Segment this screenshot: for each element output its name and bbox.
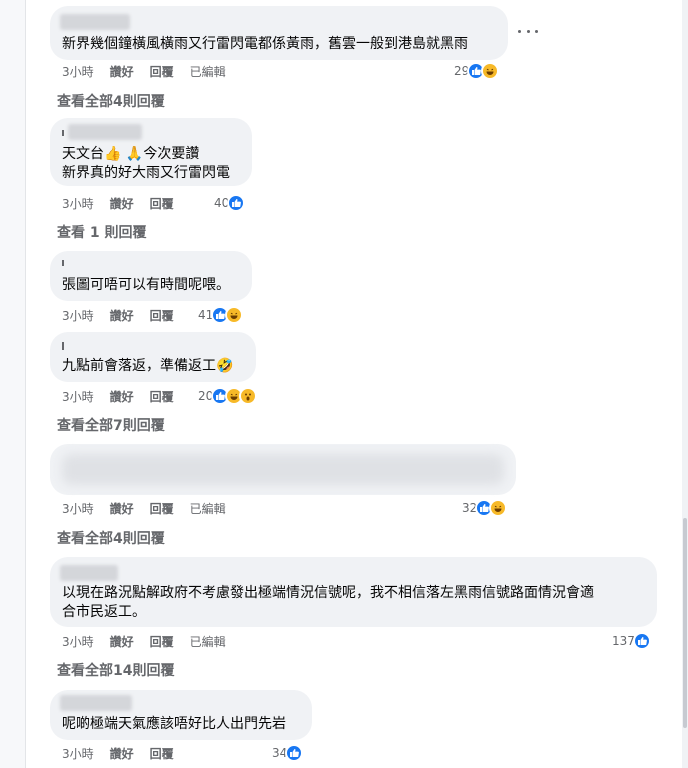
comment-bubble: 以現在路況點解政府不考慮發出極端情況信號呢，我不相信落左黑雨信號路面情況會適 合… (50, 557, 657, 627)
comment-actions: 3小時 讚好 回覆 (62, 389, 190, 405)
reaction-summary[interactable]: 20 (198, 386, 258, 406)
comment-actions: 3小時 讚好 回覆 已編輯 (62, 64, 242, 80)
comment-bubble: 天文台👍 🙏今次要讚 新界真的好大雨又行雷閃電 (50, 118, 252, 186)
reply-button[interactable]: 回覆 (150, 308, 174, 324)
author-name-redacted[interactable] (68, 124, 142, 140)
reply-button[interactable]: 回覆 (150, 746, 174, 762)
comment-bubble: 張圖可唔可以有時間呢喂。 (50, 251, 252, 301)
like-button[interactable]: 讚好 (110, 64, 134, 80)
like-icon (227, 194, 246, 212)
comment-actions: 3小時 讚好 回覆 (62, 308, 190, 324)
comment-text: 呢啲極端天氣應該唔好比人出門先岩 (62, 716, 286, 732)
wow-icon (239, 387, 258, 405)
comment-bubble (50, 444, 516, 495)
comment-text: 九點前會落返，準備返工🤣 (62, 358, 234, 374)
author-name-initial (62, 260, 64, 266)
left-rail (0, 0, 26, 768)
author-name-redacted[interactable] (60, 565, 118, 581)
comment-text: 新界真的好大雨又行雷閃電 (62, 165, 230, 181)
comment-actions: 3小時 讚好 回覆 已編輯 (62, 501, 242, 517)
reply-button[interactable]: 回覆 (150, 196, 174, 212)
scrollbar-track[interactable] (682, 0, 688, 768)
reply-button[interactable]: 回覆 (150, 501, 174, 517)
reply-button[interactable]: 回覆 (150, 389, 174, 405)
view-replies-link[interactable]: 查看全部14則回覆 (57, 660, 174, 680)
edited-label: 已編輯 (189, 65, 226, 79)
like-button[interactable]: 讚好 (110, 389, 134, 405)
like-button[interactable]: 讚好 (110, 746, 134, 762)
timestamp[interactable]: 3小時 (62, 389, 94, 405)
author-name-initial (62, 342, 64, 350)
haha-icon (225, 306, 244, 324)
reply-button[interactable]: 回覆 (150, 64, 174, 80)
view-replies-link[interactable]: 查看全部4則回覆 (57, 91, 165, 111)
reply-button[interactable]: 回覆 (150, 634, 174, 650)
view-replies-link[interactable]: 查看 1 則回覆 (57, 222, 147, 242)
edited-label: 已編輯 (189, 502, 226, 516)
author-name-redacted[interactable] (60, 695, 132, 711)
like-button[interactable]: 讚好 (110, 501, 134, 517)
reaction-summary[interactable]: 40 (214, 193, 246, 213)
scrollbar-thumb[interactable] (683, 518, 687, 728)
more-options-icon[interactable] (518, 24, 538, 38)
comment-bubble: 新界幾個鐘橫風橫雨又行雷閃電都係黃雨，舊雲一般到港島就黑雨 (50, 6, 508, 60)
like-button[interactable]: 讚好 (110, 196, 134, 212)
timestamp[interactable]: 3小時 (62, 501, 94, 517)
view-replies-link[interactable]: 查看全部7則回覆 (57, 415, 165, 435)
haha-icon (481, 62, 500, 80)
timestamp[interactable]: 3小時 (62, 308, 94, 324)
comment-bubble: 呢啲極端天氣應該唔好比人出門先岩 (50, 690, 312, 740)
author-name-redacted[interactable] (60, 14, 130, 30)
haha-icon (489, 499, 508, 517)
redacted-comment-content (62, 454, 504, 485)
comment-actions: 3小時 讚好 回覆 (62, 196, 190, 212)
view-replies-link[interactable]: 查看全部4則回覆 (57, 528, 165, 548)
reaction-summary[interactable]: 34 (272, 743, 304, 763)
reaction-summary[interactable]: 41 (198, 305, 244, 325)
author-name-initial (62, 130, 64, 136)
reaction-summary[interactable]: 137 (612, 631, 651, 651)
reaction-summary[interactable]: 29 (454, 61, 500, 81)
comment-bubble: 九點前會落返，準備返工🤣 (50, 332, 256, 382)
comment-actions: 3小時 讚好 回覆 (62, 746, 190, 762)
edited-label: 已編輯 (189, 635, 226, 649)
comment-text: 張圖可唔可以有時間呢喂。 (62, 277, 230, 293)
comment-text: 合市民返工。 (62, 604, 146, 620)
timestamp[interactable]: 3小時 (62, 634, 94, 650)
reaction-count: 137 (612, 634, 635, 648)
timestamp[interactable]: 3小時 (62, 64, 94, 80)
timestamp[interactable]: 3小時 (62, 196, 94, 212)
like-button[interactable]: 讚好 (110, 308, 134, 324)
like-icon (632, 632, 651, 650)
like-button[interactable]: 讚好 (110, 634, 134, 650)
comment-actions: 3小時 讚好 回覆 已編輯 (62, 634, 242, 650)
like-icon (285, 744, 304, 762)
timestamp[interactable]: 3小時 (62, 746, 94, 762)
reaction-summary[interactable]: 32 (462, 498, 508, 518)
comment-text: 天文台👍 🙏今次要讚 (62, 146, 200, 162)
comment-text: 以現在路況點解政府不考慮發出極端情況信號呢，我不相信落左黑雨信號路面情況會適 (62, 585, 594, 601)
comment-text: 新界幾個鐘橫風橫雨又行雷閃電都係黃雨，舊雲一般到港島就黑雨 (62, 36, 468, 52)
